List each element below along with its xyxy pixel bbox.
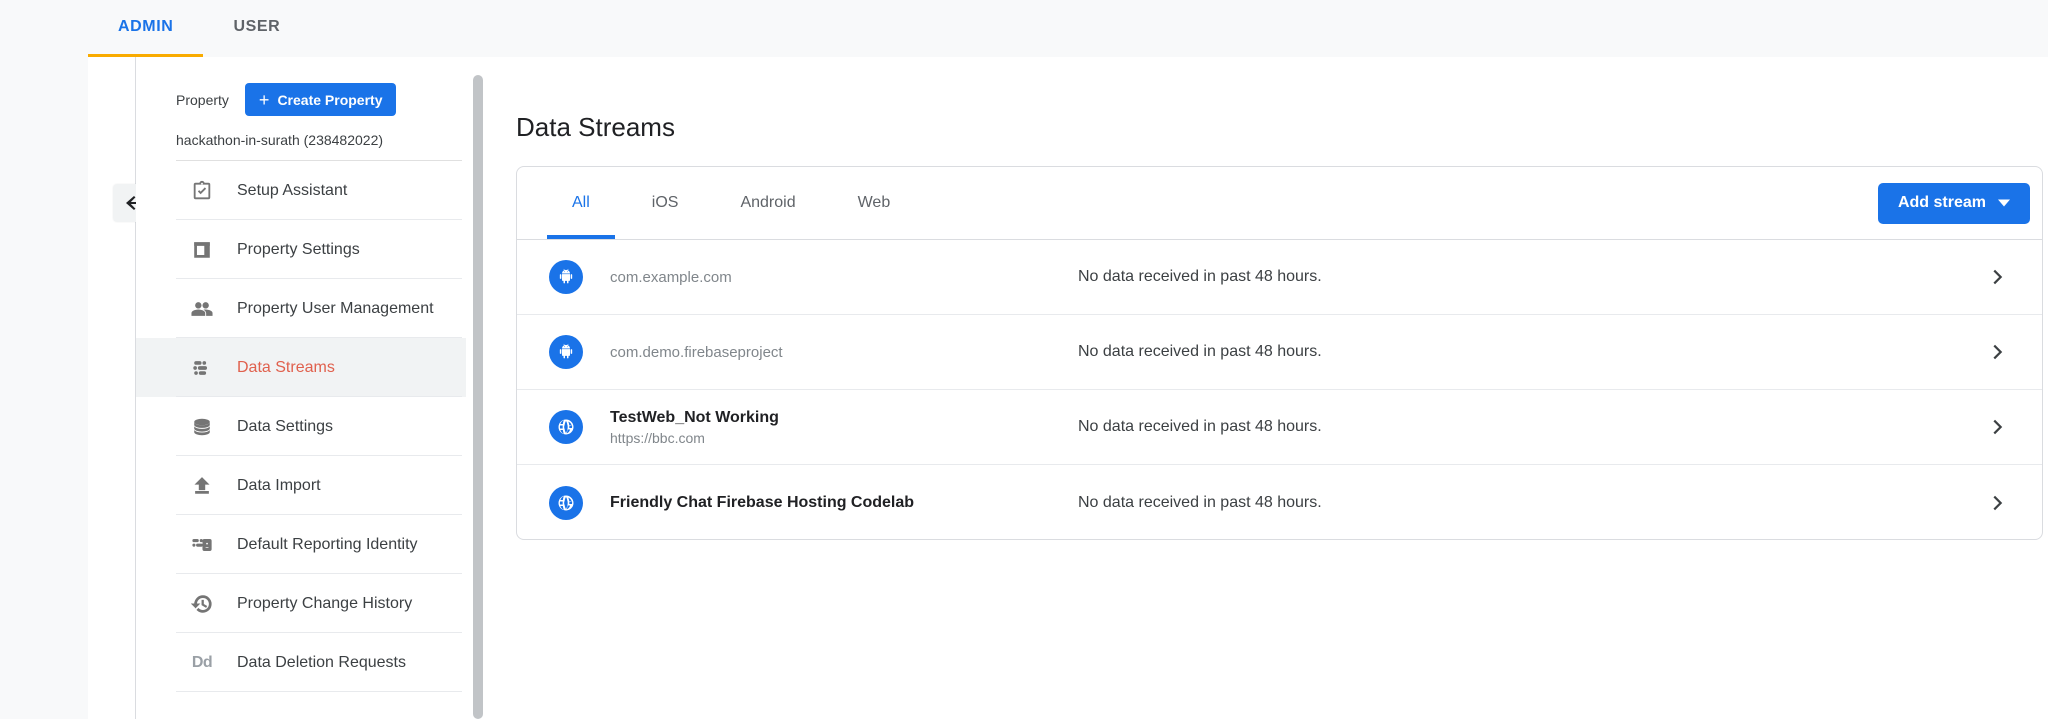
sidebar-item-data-deletion-requests[interactable]: Dd Data Deletion Requests bbox=[136, 633, 466, 692]
sidebar-item-property-settings[interactable]: Property Settings bbox=[136, 220, 466, 279]
upload-icon bbox=[190, 474, 214, 498]
sidebar-item-label: Property Change History bbox=[237, 595, 412, 613]
stream-row[interactable]: TestWeb_Not Working https://bbc.com No d… bbox=[517, 390, 2042, 465]
stream-status: No data received in past 48 hours. bbox=[1078, 418, 1986, 436]
android-icon bbox=[549, 260, 583, 294]
ga-admin-page: ADMIN USER Property + Create Property ha… bbox=[0, 0, 2048, 719]
tab-web[interactable]: Web bbox=[833, 167, 916, 239]
chevron-right-icon[interactable] bbox=[1986, 341, 2042, 363]
setup-assistant-icon bbox=[190, 179, 214, 203]
web-globe-icon bbox=[549, 410, 583, 444]
people-icon bbox=[190, 297, 214, 321]
sidebar-item-label: Data Deletion Requests bbox=[237, 654, 406, 672]
sidebar-item-label: Data Settings bbox=[237, 418, 333, 436]
left-rail bbox=[0, 57, 88, 719]
page-title: Data Streams bbox=[516, 112, 2048, 143]
stream-status: No data received in past 48 hours. bbox=[1078, 494, 1986, 512]
sidebar-item-label: Data Import bbox=[237, 477, 321, 495]
sidebar-item-label: Default Reporting Identity bbox=[237, 536, 418, 554]
property-section-label: Property bbox=[176, 92, 229, 108]
property-header: Property + Create Property bbox=[136, 57, 466, 116]
stream-url: https://bbc.com bbox=[610, 430, 1078, 446]
chevron-right-icon[interactable] bbox=[1986, 492, 2042, 514]
stream-status: No data received in past 48 hours. bbox=[1078, 268, 1986, 286]
stream-name: com.demo.firebaseproject bbox=[610, 344, 1078, 361]
data-deletion-icon: Dd bbox=[190, 651, 214, 675]
tab-user[interactable]: USER bbox=[203, 0, 310, 57]
property-name[interactable]: hackathon-in-surath (238482022) bbox=[136, 116, 466, 160]
sidebar-item-label: Data Streams bbox=[237, 359, 335, 377]
plus-icon: + bbox=[259, 91, 270, 109]
property-sidebar: Property + Create Property hackathon-in-… bbox=[136, 57, 466, 719]
card-header: All iOS Android Web Add stream bbox=[517, 167, 2042, 240]
sidebar-item-data-settings[interactable]: Data Settings bbox=[136, 397, 466, 456]
reporting-identity-icon bbox=[190, 533, 214, 557]
data-streams-card: All iOS Android Web Add stream bbox=[516, 166, 2043, 540]
tab-ios[interactable]: iOS bbox=[627, 167, 704, 239]
sidebar-item-label: Setup Assistant bbox=[237, 182, 347, 200]
sidebar-scrollbar[interactable] bbox=[473, 75, 483, 719]
sidebar-item-property-user-management[interactable]: Property User Management bbox=[136, 279, 466, 338]
sidebar-item-data-streams[interactable]: Data Streams bbox=[136, 338, 466, 397]
stream-name-col: com.demo.firebaseproject bbox=[610, 344, 1078, 361]
tab-admin[interactable]: ADMIN bbox=[88, 0, 203, 57]
add-stream-button[interactable]: Add stream bbox=[1878, 183, 2030, 224]
stream-row[interactable]: com.example.com No data received in past… bbox=[517, 240, 2042, 315]
stream-name-col: com.example.com bbox=[610, 269, 1078, 286]
main-content: Data Streams All iOS Android Web Add str… bbox=[512, 57, 2048, 719]
stream-row[interactable]: com.demo.firebaseproject No data receive… bbox=[517, 315, 2042, 390]
create-property-button[interactable]: + Create Property bbox=[245, 83, 397, 116]
android-icon bbox=[549, 335, 583, 369]
sidebar-item-label: Property User Management bbox=[237, 300, 434, 318]
property-settings-icon bbox=[190, 238, 214, 262]
chevron-right-icon[interactable] bbox=[1986, 416, 2042, 438]
sidebar-item-data-import[interactable]: Data Import bbox=[136, 456, 466, 515]
stream-row[interactable]: Friendly Chat Firebase Hosting Codelab N… bbox=[517, 465, 2042, 540]
sidebar-item-default-reporting-identity[interactable]: Default Reporting Identity bbox=[136, 515, 466, 574]
stream-type-tabs: All iOS Android Web bbox=[547, 167, 927, 239]
database-icon bbox=[190, 415, 214, 439]
sidebar-item-label: Property Settings bbox=[237, 241, 360, 259]
stream-status: No data received in past 48 hours. bbox=[1078, 343, 1986, 361]
stream-name: TestWeb_Not Working bbox=[610, 409, 1078, 427]
chevron-down-icon bbox=[1998, 199, 2010, 207]
tab-all[interactable]: All bbox=[547, 167, 615, 239]
add-stream-label: Add stream bbox=[1898, 194, 1986, 212]
tab-android[interactable]: Android bbox=[715, 167, 820, 239]
sidebar-item-property-change-history[interactable]: Property Change History bbox=[136, 574, 466, 633]
web-globe-icon bbox=[549, 486, 583, 520]
property-menu: Setup Assistant Property Settings Proper… bbox=[136, 161, 466, 692]
history-icon bbox=[190, 592, 214, 616]
stream-name-col: TestWeb_Not Working https://bbc.com bbox=[610, 409, 1078, 446]
top-tab-bar: ADMIN USER bbox=[0, 0, 2048, 57]
stream-name-col: Friendly Chat Firebase Hosting Codelab bbox=[610, 494, 1078, 512]
sidebar-item-setup-assistant[interactable]: Setup Assistant bbox=[136, 161, 466, 220]
data-streams-icon bbox=[190, 356, 214, 380]
stream-name: Friendly Chat Firebase Hosting Codelab bbox=[610, 494, 1078, 512]
create-property-label: Create Property bbox=[277, 92, 382, 108]
chevron-right-icon[interactable] bbox=[1986, 266, 2042, 288]
stream-name: com.example.com bbox=[610, 269, 1078, 286]
